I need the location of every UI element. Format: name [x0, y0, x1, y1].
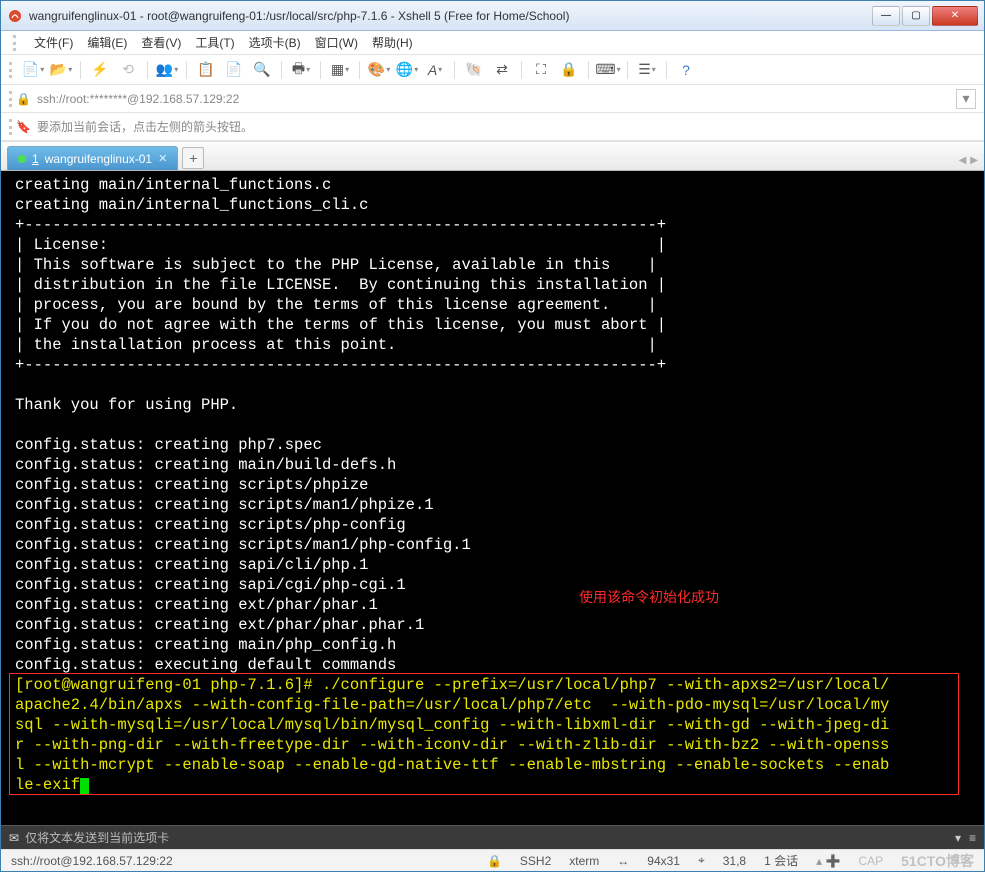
app-window: wangruifenglinux-01 - root@wangruifeng-0… [0, 0, 985, 872]
status-position: 31,8 [723, 854, 746, 868]
hint-grip[interactable] [9, 119, 12, 135]
tab-label: wangruifenglinux-01 [45, 152, 152, 166]
status-sessions-icon[interactable]: ▴ ➕ [816, 854, 840, 868]
paste-button[interactable]: 📄 [223, 59, 245, 81]
menu-edit[interactable]: 编辑(E) [87, 34, 127, 51]
xftp-button[interactable]: ⇄ [491, 59, 513, 81]
tab-strip: 1 wangruifenglinux-01 ✕ + ◀ ▶ [1, 141, 984, 171]
status-term: xterm [569, 854, 599, 868]
view-button[interactable]: ☰ [636, 59, 658, 81]
menu-tabs[interactable]: 选项卡(B) [249, 34, 301, 51]
font-button[interactable]: A [424, 59, 446, 81]
xagent-button[interactable]: 🐚 [463, 59, 485, 81]
menu-window[interactable]: 窗口(W) [315, 34, 358, 51]
find-button[interactable]: 🔍 [251, 59, 273, 81]
app-icon [7, 8, 23, 24]
status-lock-icon: 🔒 [487, 854, 502, 868]
compose-menu-icon[interactable]: ≡ [969, 831, 976, 845]
separator [359, 61, 360, 79]
toolbar-grip[interactable] [9, 62, 12, 78]
bookmark-add-icon[interactable]: 🔖 [16, 120, 31, 134]
lock-button[interactable]: 🔒 [558, 59, 580, 81]
help-button[interactable]: ? [675, 59, 697, 81]
address-text[interactable]: ssh://root:********@192.168.57.129:22 [37, 92, 956, 106]
minimize-button[interactable]: — [872, 6, 900, 26]
compose-dropdown-icon[interactable]: ▾ [955, 831, 961, 845]
separator [588, 61, 589, 79]
open-session-button[interactable]: 📂 [50, 59, 72, 81]
new-session-button[interactable]: 📄 [22, 59, 44, 81]
compose-bar[interactable]: ✉ 仅将文本发送到当前选项卡 ▾ ≡ [1, 825, 984, 849]
disconnect-button[interactable]: ⟲ [117, 59, 139, 81]
lock-icon: 🔒 [16, 92, 31, 106]
separator [147, 61, 148, 79]
terminal-area[interactable]: creating main/internal_functions.c creat… [1, 171, 984, 825]
menu-tools[interactable]: 工具(T) [195, 34, 234, 51]
menu-view[interactable]: 查看(V) [141, 34, 181, 51]
separator [521, 61, 522, 79]
print-button[interactable]: 🖶 [290, 59, 312, 81]
hint-text: 要添加当前会话，点击左侧的箭头按钮。 [37, 118, 253, 135]
reconnect-button[interactable]: ⚡ [89, 59, 111, 81]
window-title: wangruifenglinux-01 - root@wangruifeng-0… [29, 9, 872, 23]
separator [454, 61, 455, 79]
separator [666, 61, 667, 79]
separator [627, 61, 628, 79]
session-tab[interactable]: 1 wangruifenglinux-01 ✕ [7, 146, 178, 170]
menubar-grip[interactable] [13, 35, 16, 51]
close-button[interactable]: ✕ [932, 6, 978, 26]
tab-close-icon[interactable]: ✕ [158, 152, 167, 165]
status-bar: ssh://root@192.168.57.129:22 🔒 SSH2 xter… [1, 849, 984, 871]
new-tab-button[interactable]: + [182, 147, 204, 169]
color-scheme-button[interactable]: 🎨 [368, 59, 390, 81]
status-sessions: 1 会话 [764, 852, 798, 869]
separator [281, 61, 282, 79]
status-size-icon: ↔ [617, 854, 629, 868]
watermark: 51CTO博客 [901, 851, 974, 871]
menu-help[interactable]: 帮助(H) [372, 34, 413, 51]
separator [80, 61, 81, 79]
fullscreen-button[interactable]: ⛶ [530, 59, 552, 81]
separator [186, 61, 187, 79]
address-add-button[interactable]: ▾ [956, 89, 976, 109]
send-icon[interactable]: ✉ [9, 831, 19, 845]
address-bar: 🔒 ssh://root:********@192.168.57.129:22 … [1, 85, 984, 113]
hint-bar: 🔖 要添加当前会话，点击左侧的箭头按钮。 [1, 113, 984, 141]
keyboard-button[interactable]: ⌨ [597, 59, 619, 81]
status-cap: CAP [858, 854, 883, 868]
menubar: 文件(F) 编辑(E) 查看(V) 工具(T) 选项卡(B) 窗口(W) 帮助(… [1, 31, 984, 55]
tab-index: 1 [32, 152, 39, 166]
tab-next-icon[interactable]: ▶ [970, 155, 978, 166]
titlebar[interactable]: wangruifenglinux-01 - root@wangruifeng-0… [1, 1, 984, 31]
status-size: 94x31 [647, 854, 680, 868]
globe-button[interactable]: 🌐 [396, 59, 418, 81]
compose-hint: 仅将文本发送到当前选项卡 [25, 829, 169, 846]
status-pos-icon: ⌖ [698, 853, 705, 868]
toolbar: 📄 📂 ⚡ ⟲ 👥 📋 📄 🔍 🖶 ▦ 🎨 🌐 A 🐚 ⇄ ⛶ 🔒 ⌨ ☰ ? [1, 55, 984, 85]
status-connection: ssh://root@192.168.57.129:22 [11, 854, 469, 868]
layout-button[interactable]: ▦ [329, 59, 351, 81]
profile-button[interactable]: 👥 [156, 59, 178, 81]
address-grip[interactable] [9, 91, 12, 107]
status-dot-icon [18, 155, 26, 163]
status-protocol: SSH2 [520, 854, 551, 868]
separator [320, 61, 321, 79]
copy-button[interactable]: 📋 [195, 59, 217, 81]
tab-prev-icon[interactable]: ◀ [959, 155, 967, 166]
maximize-button[interactable]: ▢ [902, 6, 930, 26]
menu-file[interactable]: 文件(F) [34, 34, 73, 51]
